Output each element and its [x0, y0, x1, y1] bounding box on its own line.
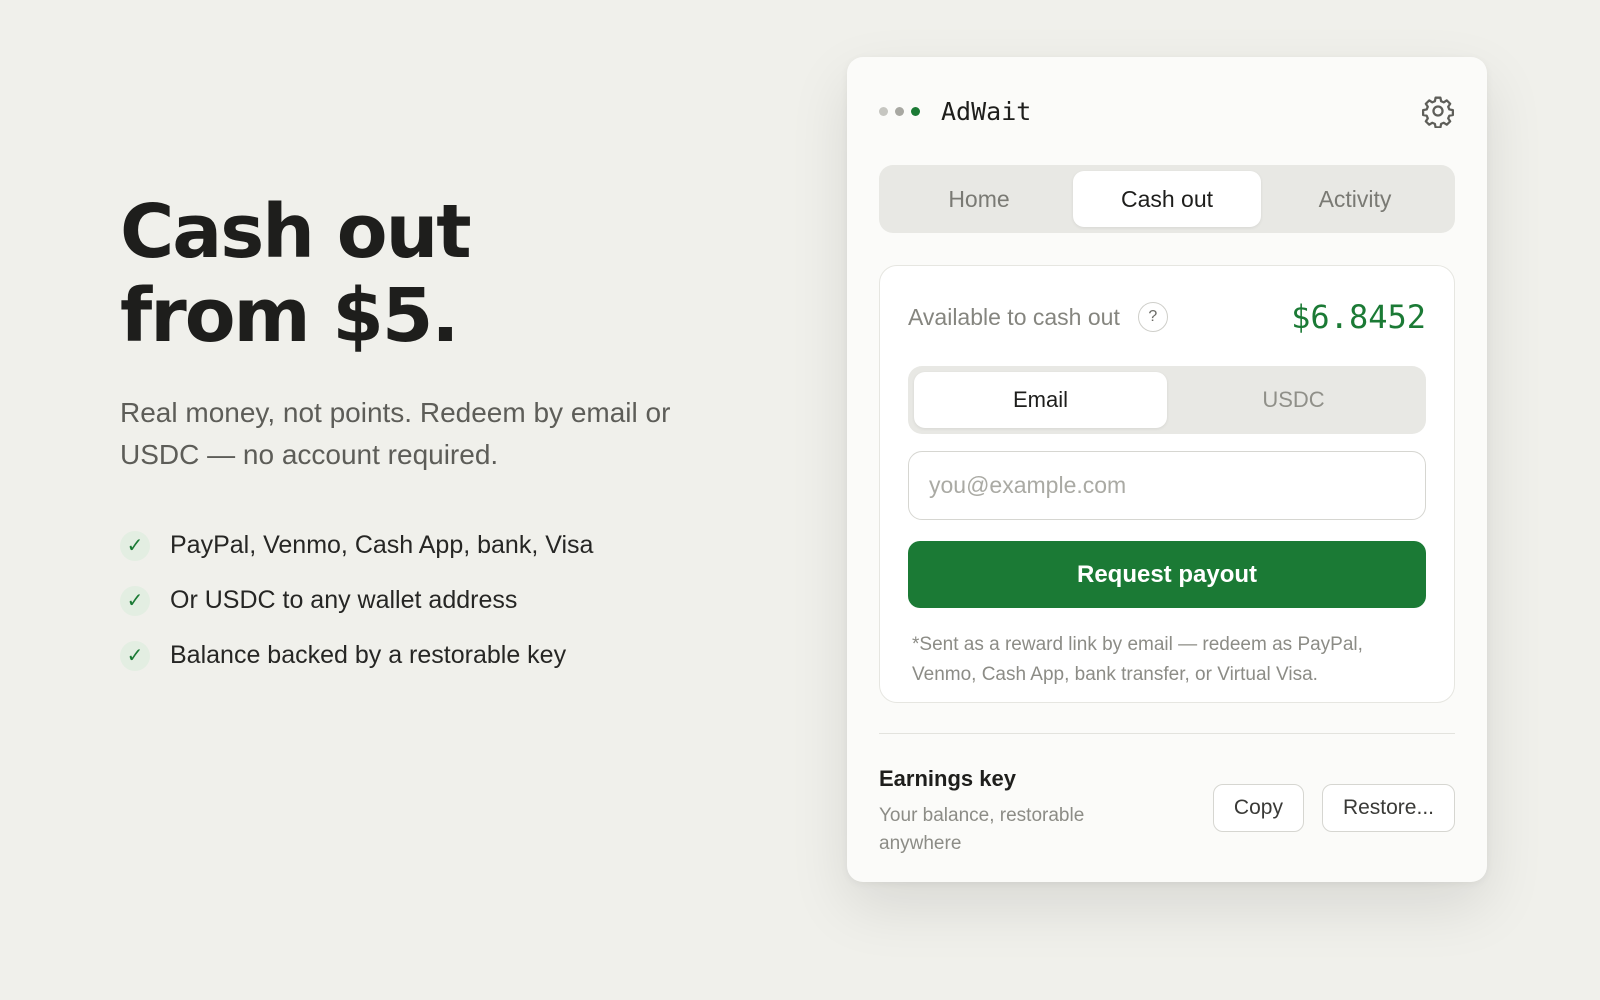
- feature-item: ✓ Or USDC to any wallet address: [120, 573, 740, 628]
- check-icon: ✓: [120, 585, 150, 616]
- earnings-key-subtitle: Your balance, restorable anywhere: [879, 805, 1085, 854]
- request-payout-button[interactable]: Request payout: [908, 541, 1426, 608]
- balance-label-group: Available to cash out ?: [908, 302, 1168, 332]
- cash-out-card: Available to cash out ? $6.8452 Email US…: [879, 265, 1455, 703]
- balance-row: Available to cash out ? $6.8452: [908, 266, 1426, 366]
- app-name: AdWait: [941, 96, 1032, 126]
- balance-amount: $6.8452: [1291, 298, 1426, 336]
- hero-title-line-2: from $5.: [120, 273, 460, 359]
- tab-home[interactable]: Home: [885, 171, 1073, 227]
- help-icon[interactable]: ?: [1137, 302, 1168, 332]
- hero-title-line-1: Cash out: [120, 189, 472, 275]
- feature-label: Or USDC to any wallet address: [170, 586, 518, 614]
- check-icon: ✓: [120, 530, 150, 561]
- method-usdc[interactable]: USDC: [1167, 372, 1420, 428]
- gear-icon[interactable]: [1421, 94, 1455, 128]
- feature-item: ✓ PayPal, Venmo, Cash App, bank, Visa: [120, 518, 740, 573]
- check-icon: ✓: [120, 640, 150, 671]
- extension-panel: AdWait Home Cash out Activity Available …: [847, 57, 1487, 882]
- hero-title: Cash out from $5.: [120, 190, 740, 358]
- payout-method-toggle: Email USDC: [908, 366, 1426, 434]
- tab-activity[interactable]: Activity: [1261, 171, 1449, 227]
- hero-section: Cash out from $5. Real money, not points…: [120, 190, 740, 683]
- email-input[interactable]: [908, 451, 1426, 520]
- restore-button[interactable]: Restore...: [1321, 784, 1455, 832]
- feature-label: PayPal, Venmo, Cash App, bank, Visa: [170, 531, 594, 559]
- hero-subtitle: Real money, not points. Redeem by email …: [120, 397, 671, 470]
- main-tabs: Home Cash out Activity: [879, 165, 1455, 233]
- panel-header: AdWait: [879, 57, 1455, 165]
- status-dot: [895, 106, 904, 116]
- status-dot: [911, 106, 920, 116]
- payout-note: *Sent as a reward link by email — redeem…: [912, 634, 1363, 685]
- earnings-key-section: Earnings key Your balance, restorable an…: [879, 734, 1455, 858]
- earnings-key-info: Earnings key Your balance, restorable an…: [879, 766, 1119, 858]
- feature-label: Balance backed by a restorable key: [170, 641, 567, 669]
- earnings-key-actions: Copy Restore...: [1212, 784, 1455, 832]
- earnings-key-title: Earnings key: [879, 766, 1016, 791]
- copy-button[interactable]: Copy: [1212, 784, 1304, 832]
- feature-item: ✓ Balance backed by a restorable key: [120, 628, 740, 683]
- status-dots: [879, 106, 927, 116]
- status-dot: [879, 106, 888, 116]
- brand: AdWait: [879, 97, 1031, 126]
- tab-cash-out[interactable]: Cash out: [1073, 171, 1261, 227]
- method-email[interactable]: Email: [914, 372, 1167, 428]
- feature-list: ✓ PayPal, Venmo, Cash App, bank, Visa ✓ …: [120, 518, 740, 683]
- balance-label: Available to cash out: [908, 303, 1120, 330]
